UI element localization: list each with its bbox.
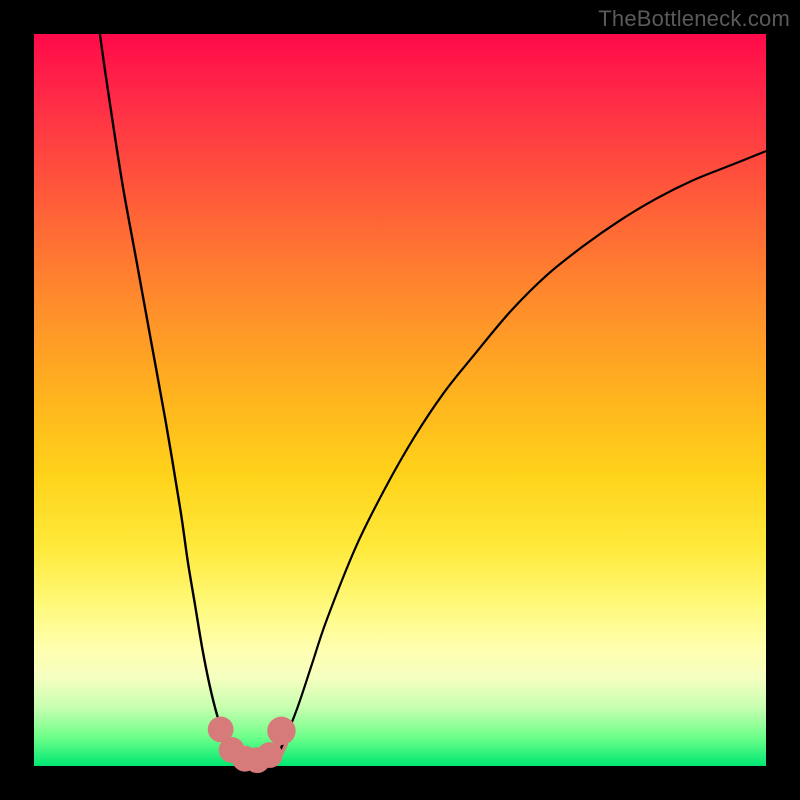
- trough-markers: [208, 716, 296, 773]
- curve-lines: [100, 34, 766, 762]
- curve-right-branch: [276, 151, 766, 759]
- dot-right-2: [267, 717, 295, 745]
- curve-left-branch: [100, 34, 239, 759]
- outer-frame: TheBottleneck.com: [0, 0, 800, 800]
- watermark-text: TheBottleneck.com: [598, 6, 790, 32]
- chart-svg: [34, 34, 766, 766]
- dot-right-1: [257, 742, 283, 768]
